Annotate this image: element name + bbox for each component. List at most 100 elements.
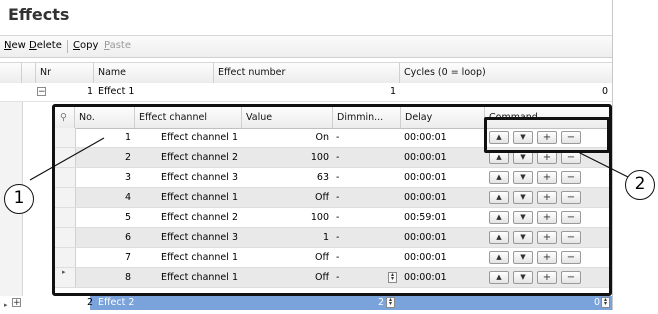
step-value[interactable]: Off — [244, 188, 329, 207]
arrow-down-icon[interactable]: ▼ — [513, 251, 533, 264]
copy-button[interactable]: Copy — [73, 40, 98, 51]
arrow-up-icon[interactable]: ▲ — [489, 191, 509, 204]
arrow-down-icon[interactable]: ▼ — [513, 211, 533, 224]
plus-icon[interactable]: + — [537, 251, 557, 264]
row-indicator[interactable] — [55, 128, 76, 147]
step-value[interactable]: On — [244, 128, 330, 147]
effect-step-row[interactable]: 4 Effect channel 1 Off -00:00:01 ▲ ▼ + − — [55, 188, 609, 208]
plus-icon[interactable]: + — [537, 231, 557, 244]
arrow-up-icon[interactable]: ▲ — [489, 231, 509, 244]
step-delay[interactable]: 00:00:01 — [404, 128, 482, 147]
step-number: 4 — [124, 192, 131, 203]
row-indicator[interactable] — [55, 188, 76, 207]
step-channel[interactable]: Effect channel 2 — [137, 148, 238, 167]
collapse-icon[interactable]: − — [37, 87, 46, 97]
minus-icon[interactable]: − — [561, 251, 581, 264]
spin-arrows-icon[interactable]: ▴ ▾ — [601, 297, 610, 308]
column-header-delay[interactable]: Delay — [401, 107, 485, 128]
arrow-up-icon[interactable]: ▲ — [489, 211, 509, 224]
step-delay[interactable]: 00:00:01 — [404, 168, 482, 187]
row-indicator[interactable] — [55, 148, 76, 167]
arrow-down-icon[interactable]: ▼ — [513, 171, 533, 184]
minus-icon[interactable]: − — [561, 211, 581, 224]
outer-grid-header: Nr Name Effect number Cycles (0 = loop) — [0, 62, 612, 84]
effect-nr: 2 — [86, 297, 93, 308]
minus-icon[interactable]: − — [561, 271, 581, 284]
step-dimming[interactable]: - — [336, 228, 396, 247]
effect-step-row[interactable]: 3 Effect channel 3 63-00:00:01 ▲ ▼ + − — [55, 168, 609, 188]
step-number: 1 — [124, 132, 131, 143]
paste-button[interactable]: Paste — [104, 40, 131, 51]
step-delay[interactable]: 00:00:01 — [404, 268, 482, 287]
arrow-up-icon[interactable]: ▲ — [489, 251, 509, 264]
row-indicator[interactable] — [55, 228, 76, 247]
step-dimming[interactable]: - — [336, 148, 396, 167]
step-value[interactable]: Off — [244, 268, 329, 287]
column-header-nr[interactable]: Nr — [36, 63, 94, 83]
expand-icon[interactable]: + — [12, 298, 21, 308]
column-header-effect-number[interactable]: Effect number — [214, 63, 400, 83]
new-button[interactable]: New — [4, 40, 26, 51]
step-delay[interactable]: 00:00:01 — [404, 248, 482, 267]
effect-step-row[interactable]: ▸ 8 Effect channel 1 Off - ▴ ▾ 00:00:01 ▲ ▼ + − — [55, 268, 609, 288]
effect-step-row[interactable]: 7 Effect channel 1 Off -00:00:01 ▲ ▼ + − — [55, 248, 609, 268]
step-number: 2 — [124, 152, 131, 163]
column-header-name[interactable]: Name — [94, 63, 214, 83]
header-gutter — [0, 63, 22, 83]
column-header-value[interactable]: Value — [242, 107, 333, 128]
step-value[interactable]: Off — [244, 248, 329, 267]
arrow-up-icon[interactable]: ▲ — [489, 271, 509, 284]
step-channel[interactable]: Effect channel 3 — [137, 168, 238, 187]
step-value[interactable]: 63 — [244, 168, 329, 187]
arrow-down-icon[interactable]: ▼ — [513, 191, 533, 204]
minus-icon[interactable]: − — [561, 171, 581, 184]
step-channel[interactable]: Effect channel 1 — [137, 188, 238, 207]
step-value[interactable]: 100 — [244, 148, 329, 167]
step-channel[interactable]: Effect channel 3 — [137, 228, 238, 247]
plus-icon[interactable]: + — [537, 271, 557, 284]
step-dimming[interactable]: - — [336, 168, 396, 187]
step-channel[interactable]: Effect channel 1 — [137, 268, 238, 287]
outer-row-effect-1[interactable]: − 1 Effect 1 1 0 — [0, 83, 612, 102]
row-indicator[interactable] — [55, 248, 76, 267]
row-indicator[interactable] — [55, 168, 76, 187]
step-dimming[interactable]: - — [336, 268, 396, 287]
row-indicator[interactable]: ▸ — [55, 268, 76, 287]
step-dimming[interactable]: - — [336, 208, 396, 227]
step-channel[interactable]: Effect channel 2 — [137, 208, 238, 227]
delete-button[interactable]: Delete — [29, 40, 62, 51]
search-icon[interactable]: ⚲ — [55, 107, 75, 128]
step-delay[interactable]: 00:59:01 — [404, 208, 482, 227]
minus-icon[interactable]: − — [561, 191, 581, 204]
step-delay[interactable]: 00:00:01 — [404, 188, 482, 207]
step-dimming[interactable]: - — [336, 188, 396, 207]
callout-2: 2 — [625, 170, 655, 200]
plus-icon[interactable]: + — [537, 211, 557, 224]
plus-icon[interactable]: + — [537, 191, 557, 204]
column-header-dimming[interactable]: Dimmin... — [333, 107, 401, 128]
panel-title: Effects — [8, 5, 70, 24]
arrow-down-icon[interactable]: ▼ — [513, 271, 533, 284]
arrow-down-icon[interactable]: ▼ — [513, 231, 533, 244]
step-delay[interactable]: 00:00:01 — [404, 148, 482, 167]
step-delay[interactable]: 00:00:01 — [404, 228, 482, 247]
step-dimming[interactable]: - — [336, 128, 396, 147]
header-indicator — [22, 63, 36, 83]
column-header-cycles[interactable]: Cycles (0 = loop) — [400, 63, 612, 83]
spin-arrows-icon[interactable]: ▴ ▾ — [388, 272, 397, 283]
step-number: 7 — [124, 252, 131, 263]
arrow-up-icon[interactable]: ▲ — [489, 171, 509, 184]
spin-arrows-icon[interactable]: ▴ ▾ — [386, 297, 395, 308]
step-channel[interactable]: Effect channel 1 — [137, 128, 238, 147]
column-header-no[interactable]: No. — [75, 107, 135, 128]
effect-step-row[interactable]: 5 Effect channel 2 100-00:59:01 ▲ ▼ + − — [55, 208, 609, 228]
effect-step-row[interactable]: 6 Effect channel 3 1-00:00:01 ▲ ▼ + − — [55, 228, 609, 248]
step-channel[interactable]: Effect channel 1 — [137, 248, 238, 267]
step-value[interactable]: 100 — [244, 208, 329, 227]
step-value[interactable]: 1 — [244, 228, 329, 247]
step-dimming[interactable]: - — [336, 248, 396, 267]
column-header-effect-channel[interactable]: Effect channel — [135, 107, 242, 128]
minus-icon[interactable]: − — [561, 231, 581, 244]
row-indicator[interactable] — [55, 208, 76, 227]
plus-icon[interactable]: + — [537, 171, 557, 184]
